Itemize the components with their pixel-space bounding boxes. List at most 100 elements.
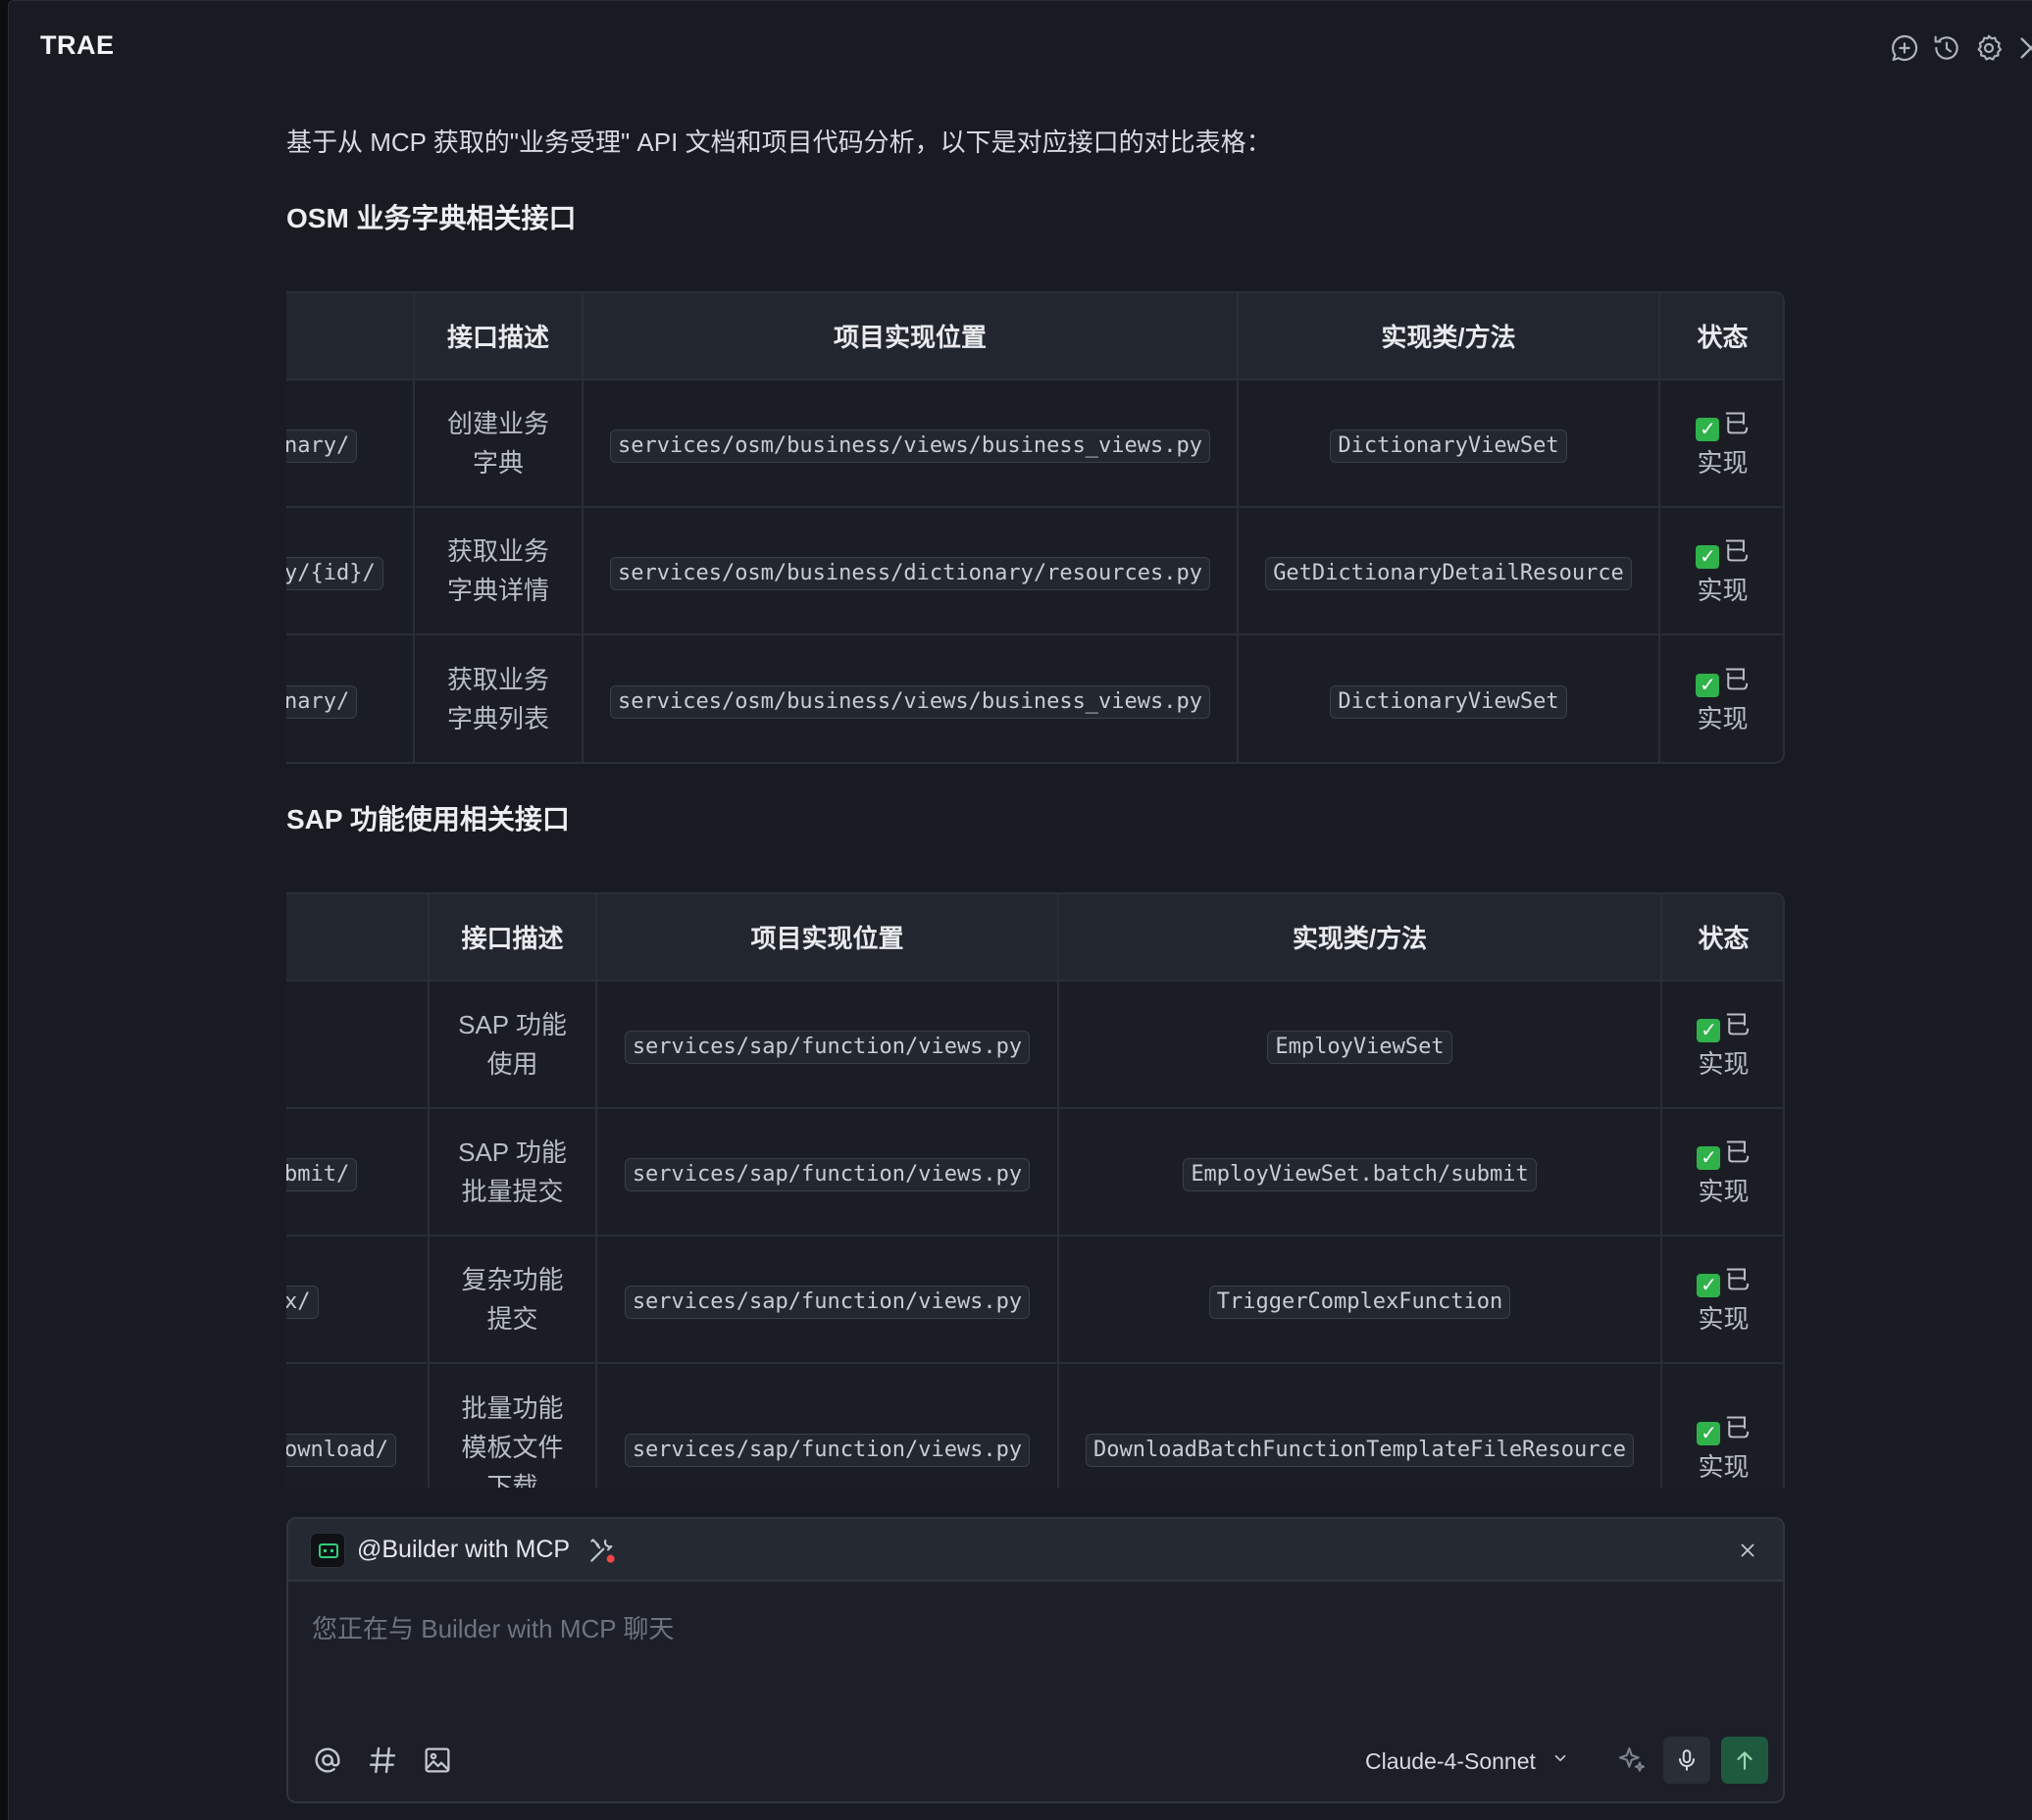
checkmark-icon: ✓ — [1697, 1019, 1721, 1042]
microphone-icon — [1678, 1749, 1696, 1771]
api-description: 批量功能模板文件下载 — [461, 1392, 564, 1489]
osm-api-table: 接口描述 项目实现位置 实现类/方法 状态 nary/ 创建业务字典 servi… — [286, 291, 1785, 764]
api-url-code: bmit/ — [286, 1158, 358, 1191]
send-button[interactable] — [1721, 1737, 1768, 1784]
api-description: 获取业务字典列表 — [446, 664, 549, 733]
checkmark-icon: ✓ — [1697, 1274, 1721, 1297]
url-cell: x/ — [286, 1236, 430, 1364]
class-name-code: EmployViewSet — [1267, 1031, 1452, 1064]
api-description: 获取业务字典详情 — [446, 536, 549, 605]
description-cell: 创建业务字典 — [414, 379, 584, 508]
sparkle-icon[interactable] — [1612, 1741, 1651, 1780]
model-name: Claude-4-Sonnet — [1365, 1748, 1536, 1774]
status-cell: ✓ 已实现 — [1659, 379, 1783, 508]
class-name-code: EmployViewSet.batch/submit — [1183, 1158, 1537, 1191]
implementation-cell: EmployViewSet.batch/submit — [1058, 1108, 1662, 1237]
agent-bar: @Builder with MCP — [288, 1519, 1783, 1582]
chat-composer: @Builder with MCP 您正在与 Builder with MCP … — [286, 1517, 1785, 1803]
implementation-cell: TriggerComplexFunction — [1058, 1236, 1662, 1364]
file-path-code: services/osm/business/views/business_vie… — [609, 684, 1211, 719]
status-cell: ✓ 已实现 — [1661, 1108, 1783, 1237]
new-chat-icon[interactable] — [1885, 28, 1924, 68]
api-url-code: nary/ — [286, 684, 358, 719]
table-header-row: 接口描述 项目实现位置 实现类/方法 状态 — [286, 894, 1783, 982]
status-cell: ✓ 已实现 — [1659, 507, 1783, 635]
image-icon[interactable] — [418, 1741, 457, 1780]
table-row: ownload/ 批量功能模板文件下载 services/sap/functio… — [286, 1363, 1783, 1489]
column-header-url — [286, 293, 415, 380]
class-name-code: DictionaryViewSet — [1330, 430, 1567, 463]
settings-icon[interactable] — [1969, 28, 2008, 68]
table-row: nary/ 创建业务字典 services/osm/business/views… — [286, 379, 1783, 508]
hashtag-icon[interactable] — [363, 1741, 402, 1780]
url-cell: y/{id}/ — [286, 507, 415, 635]
file-path-code: services/sap/function/views.py — [624, 1031, 1031, 1064]
api-url-code: x/ — [286, 1286, 319, 1319]
location-cell: services/osm/business/views/business_vie… — [583, 379, 1239, 508]
location-cell: services/osm/business/dictionary/resourc… — [583, 507, 1239, 635]
url-cell: ownload/ — [286, 1363, 430, 1488]
implementation-cell: DictionaryViewSet — [1238, 634, 1660, 762]
column-header-implementation: 实现类/方法 — [1238, 293, 1660, 380]
table-row: y/{id}/ 获取业务字典详情 services/osm/business/d… — [286, 507, 1783, 635]
url-cell — [286, 981, 430, 1109]
close-icon[interactable] — [2011, 28, 2032, 68]
status-cell: ✓ 已实现 — [1661, 1236, 1783, 1364]
description-cell: SAP 功能批量提交 — [429, 1108, 597, 1237]
location-cell: services/sap/function/views.py — [596, 1363, 1059, 1488]
description-cell: SAP 功能使用 — [429, 981, 597, 1109]
mcp-tools-icon[interactable] — [586, 1535, 618, 1566]
checkmark-icon: ✓ — [1697, 1421, 1721, 1445]
location-cell: services/osm/business/views/business_vie… — [583, 634, 1239, 762]
message-intro: 基于从 MCP 获取的"业务受理" API 文档和项目代码分析，以下是对应接口的… — [286, 127, 1272, 157]
implementation-cell: DownloadBatchFunctionTemplateFileResourc… — [1058, 1363, 1662, 1488]
checkmark-icon: ✓ — [1696, 673, 1720, 697]
api-description: 创建业务字典 — [446, 409, 549, 478]
file-path-code: services/osm/business/dictionary/resourc… — [609, 557, 1211, 590]
api-url-code: y/{id}/ — [286, 557, 383, 590]
column-header-status: 状态 — [1659, 293, 1783, 380]
titlebar: TRAE — [9, 1, 2032, 95]
composer-toolbar: Claude-4-Sonnet — [288, 1723, 1783, 1801]
class-name-code: GetDictionaryDetailResource — [1265, 557, 1632, 590]
table-row: nary/ 获取业务字典列表 services/osm/business/vie… — [286, 634, 1783, 762]
app-title: TRAE — [40, 30, 115, 60]
file-path-code: services/sap/function/views.py — [624, 1158, 1031, 1191]
mention-icon[interactable] — [308, 1741, 347, 1780]
table-row: x/ 复杂功能提交 services/sap/function/views.py… — [286, 1236, 1783, 1364]
location-cell: services/sap/function/views.py — [596, 1236, 1059, 1364]
description-cell: 获取业务字典详情 — [414, 507, 584, 635]
class-name-code: TriggerComplexFunction — [1208, 1286, 1511, 1319]
history-icon[interactable] — [1927, 28, 1966, 68]
chevron-down-icon — [1551, 1746, 1569, 1773]
sap-api-table: 接口描述 项目实现位置 实现类/方法 状态 SAP 功能使用 services/… — [286, 892, 1785, 1488]
status-cell: ✓ 已实现 — [1659, 634, 1783, 762]
location-cell: services/sap/function/views.py — [596, 1108, 1059, 1237]
chat-message: 基于从 MCP 获取的"业务受理" API 文档和项目代码分析，以下是对应接口的… — [286, 95, 1785, 1488]
status-cell: ✓ 已实现 — [1661, 1363, 1783, 1488]
api-description: SAP 功能使用 — [458, 1010, 567, 1079]
checkmark-icon: ✓ — [1696, 545, 1720, 569]
chat-input[interactable] — [312, 1599, 1753, 1658]
implementation-cell: DictionaryViewSet — [1238, 379, 1660, 508]
column-header-url — [286, 894, 430, 982]
section-heading-osm: OSM 业务字典相关接口 — [286, 203, 577, 233]
api-url-code: ownload/ — [286, 1433, 396, 1467]
table-row: SAP 功能使用 services/sap/function/views.py … — [286, 981, 1783, 1109]
column-header-location: 项目实现位置 — [596, 894, 1059, 982]
model-selector[interactable]: Claude-4-Sonnet — [1365, 1746, 1569, 1775]
column-header-description: 接口描述 — [429, 894, 597, 982]
column-header-implementation: 实现类/方法 — [1058, 894, 1662, 982]
remove-agent-icon[interactable] — [1732, 1535, 1763, 1566]
status-cell: ✓ 已实现 — [1661, 981, 1783, 1109]
microphone-button[interactable] — [1663, 1737, 1710, 1784]
description-cell: 复杂功能提交 — [429, 1236, 597, 1364]
class-name-code: DictionaryViewSet — [1330, 684, 1567, 719]
class-name-code: DownloadBatchFunctionTemplateFileResourc… — [1085, 1433, 1635, 1467]
table-header-row: 接口描述 项目实现位置 实现类/方法 状态 — [286, 293, 1783, 380]
description-cell: 批量功能模板文件下载 — [429, 1363, 597, 1489]
section-heading-sap: SAP 功能使用相关接口 — [286, 804, 570, 834]
column-header-status: 状态 — [1661, 894, 1783, 982]
trae-chat-window: TRAE 基于从 MCP 获取的"业务受理" API 文档和项目代码分析，以下是… — [8, 0, 2032, 1820]
column-header-description: 接口描述 — [414, 293, 584, 380]
